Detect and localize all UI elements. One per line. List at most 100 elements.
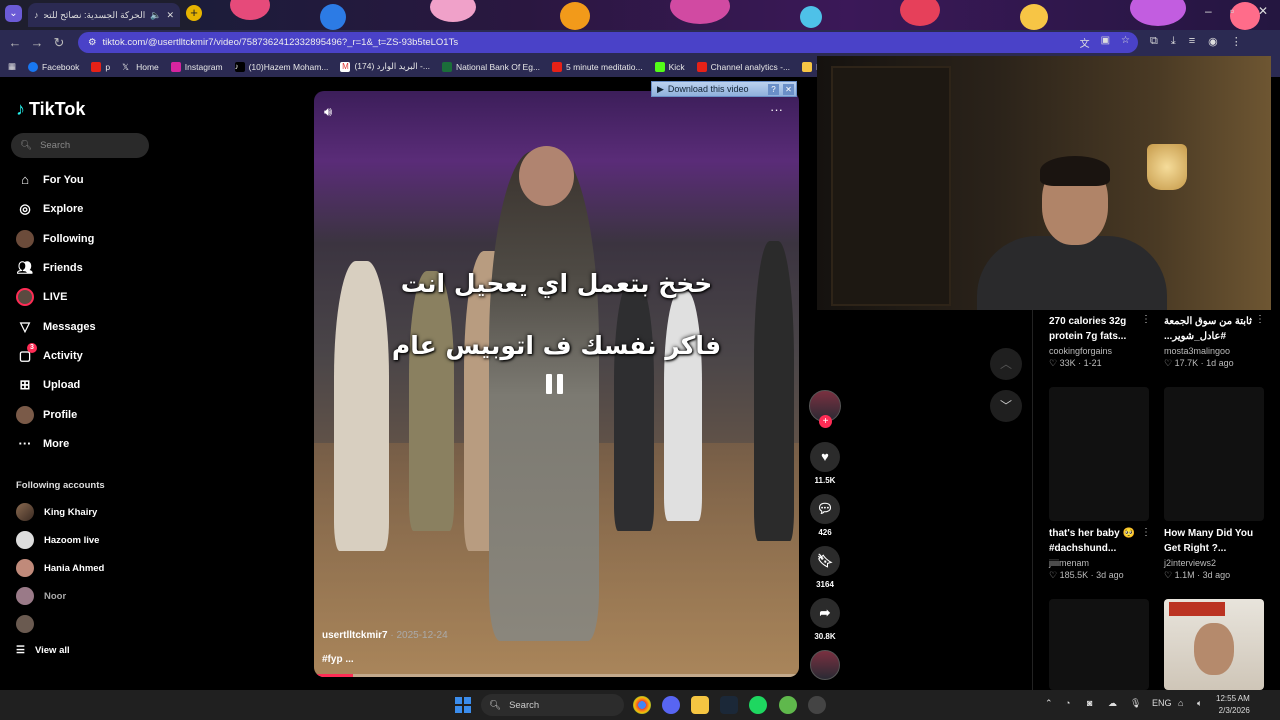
help-icon[interactable]: ? xyxy=(768,83,779,95)
translate-icon[interactable]: 文 xyxy=(1080,35,1090,50)
close-tab-icon[interactable]: ✕ xyxy=(166,10,174,21)
reading-list-icon[interactable]: ≡ xyxy=(1189,35,1195,48)
windows-start-icon[interactable] xyxy=(455,697,471,713)
apps-grid-icon[interactable]: ▦ xyxy=(8,61,16,72)
suggestion-card[interactable]: that's her baby 🥺 #dachshund... jiiiimen… xyxy=(1049,526,1144,581)
search-input[interactable]: 🔍︎ Search xyxy=(11,133,149,158)
download-icon[interactable]: ⤓ xyxy=(1171,35,1176,48)
search-placeholder: Search xyxy=(40,140,71,151)
video-author[interactable]: usertlltckmir7 · 2025-12-24 xyxy=(322,630,448,641)
tab-menu-icon[interactable]: ⌄ xyxy=(5,5,22,22)
whatsapp-icon[interactable] xyxy=(779,696,797,714)
bookmark-channel-analytics[interactable]: Channel analytics -... xyxy=(696,61,790,72)
tray-cloud-icon[interactable]: ☁ xyxy=(1108,698,1117,709)
suggestion-card[interactable]: ثابتة من سوق الجمعة #عادل_شوير... mosta3… xyxy=(1164,314,1256,369)
nav-messages[interactable]: ▽ Messages xyxy=(16,318,96,336)
reload-icon[interactable]: ↻ xyxy=(48,32,70,54)
star-icon[interactable]: ☆ xyxy=(1121,35,1130,50)
account-item[interactable]: Hazoom live xyxy=(16,531,99,549)
suggestion-thumbnail[interactable] xyxy=(1164,599,1264,690)
nav-friends[interactable]: 👥︎ Friends xyxy=(16,259,83,277)
tray-mic-icon[interactable]: 🎙︎ xyxy=(1130,698,1141,709)
bookmark-p[interactable]: p xyxy=(91,61,110,72)
sound-disc-icon[interactable] xyxy=(810,650,840,680)
nav-more[interactable]: ··· More xyxy=(16,435,70,453)
card-menu-icon[interactable]: ⋮ xyxy=(1255,314,1265,325)
bookmark-meditation[interactable]: 5 minute meditatio... xyxy=(552,61,643,72)
download-video-bar[interactable]: ▶ Download this video ? ✕ xyxy=(651,81,797,97)
card-menu-icon[interactable]: ⋮ xyxy=(1141,314,1151,325)
account-item[interactable]: Hania Ahmed xyxy=(16,559,104,577)
bookmark-home[interactable]: 𝕏 Home xyxy=(122,62,159,72)
account-item[interactable]: Noor xyxy=(16,587,66,605)
discord-icon[interactable] xyxy=(662,696,680,714)
tiktok-logo[interactable]: ♪ TikTok xyxy=(16,99,85,120)
video-player[interactable]: 🔊︎ ··· خخخ بتعمل اي يعحيل انت فاكر نفسك … xyxy=(314,91,799,677)
bookmark-facebook[interactable]: Facebook xyxy=(28,61,79,72)
obs-icon[interactable] xyxy=(808,696,826,714)
speaker-icon[interactable]: 🔈 xyxy=(150,10,161,21)
video-progress-bar[interactable] xyxy=(314,674,799,677)
install-app-icon[interactable]: ▣ xyxy=(1101,35,1110,50)
suggestion-card[interactable]: How Many Did You Get Right ?... j2interv… xyxy=(1164,526,1259,581)
account-item[interactable]: King Khairy xyxy=(16,503,97,521)
nav-profile[interactable]: Profile xyxy=(16,406,77,424)
previous-video-arrow[interactable]: ︿ xyxy=(990,348,1022,380)
nav-activity[interactable]: ▢ 3 Activity xyxy=(16,343,83,365)
next-video-arrow[interactable]: ﹀ xyxy=(990,390,1022,422)
account-item[interactable] xyxy=(16,615,44,633)
close-window-icon[interactable]: ✕ xyxy=(1258,4,1268,18)
chrome-icon[interactable] xyxy=(633,696,651,714)
taskbar-search[interactable]: 🔍︎ Search xyxy=(481,694,624,716)
activity-badge: 3 xyxy=(27,343,37,353)
nav-explore[interactable]: ◎ Explore xyxy=(16,200,83,218)
suggestion-thumbnail[interactable] xyxy=(1164,387,1264,521)
suggestion-thumbnail[interactable] xyxy=(1049,387,1149,521)
follow-plus-icon[interactable]: + xyxy=(819,415,832,428)
suggestion-card[interactable]: 270 calories 32g protein 7g fats... cook… xyxy=(1049,314,1144,369)
nav-following[interactable]: Following xyxy=(16,230,94,248)
bookmark-kick[interactable]: Kick xyxy=(654,61,685,72)
minimize-icon[interactable]: – xyxy=(1205,4,1212,18)
bookmark-instagram[interactable]: Instagram xyxy=(170,61,223,72)
back-arrow-icon[interactable]: ← xyxy=(4,32,26,54)
close-icon[interactable]: ✕ xyxy=(783,83,794,95)
card-author: j2interviews2 xyxy=(1164,558,1217,568)
network-icon[interactable]: ⌂ xyxy=(1178,698,1183,708)
tray-chevron-icon[interactable]: ⌃ xyxy=(1045,698,1053,709)
bookmark-tiktok[interactable]: ♪ (10)Hazem Moham... xyxy=(234,61,328,72)
steam-icon[interactable] xyxy=(720,696,738,714)
share-button[interactable]: ➦ 30.8K xyxy=(810,598,840,641)
profile-icon[interactable]: ◉ xyxy=(1208,35,1218,48)
suggestion-thumbnail[interactable] xyxy=(1049,599,1149,690)
tray-app-icon[interactable]: ◔ xyxy=(1065,698,1070,708)
card-menu-icon[interactable]: ⋮ xyxy=(1141,527,1151,538)
tray-discord-icon[interactable]: ◙ xyxy=(1087,698,1092,708)
nav-for-you[interactable]: ⌂ For You xyxy=(16,171,83,189)
clock[interactable]: 12:55 AM 2/3/2026 xyxy=(1216,693,1250,717)
language-indicator[interactable]: ENG xyxy=(1152,698,1172,708)
video-more-icon[interactable]: ··· xyxy=(770,102,783,117)
extensions-icon[interactable]: ⧉ xyxy=(1150,35,1158,48)
pause-icon[interactable] xyxy=(546,374,568,396)
new-tab-button[interactable]: + xyxy=(186,5,202,21)
video-hashtag[interactable]: #fyp ... xyxy=(322,654,354,665)
forward-arrow-icon[interactable]: → xyxy=(26,32,48,54)
bookmark-gmail[interactable]: M (174) البريد الوارد -... xyxy=(340,61,430,72)
site-info-icon[interactable]: ⚙ xyxy=(88,37,97,48)
view-all-link[interactable]: ☰ View all xyxy=(16,645,70,656)
bookmark-nbe[interactable]: National Bank Of Eg... xyxy=(441,61,540,72)
file-explorer-icon[interactable] xyxy=(691,696,709,714)
volume-icon[interactable]: 🔊︎ xyxy=(324,104,332,120)
nav-upload[interactable]: ⊞ Upload xyxy=(16,376,81,394)
kebab-menu-icon[interactable]: ⋮ xyxy=(1231,35,1242,48)
volume-tray-icon[interactable]: 🔈︎ xyxy=(1197,698,1202,709)
maximize-icon[interactable]: ▫ xyxy=(1230,4,1234,18)
comment-button[interactable]: 💬︎ 426 xyxy=(810,494,840,537)
browser-tab-active[interactable]: ♪ الحركة الجسدية: نصائح للتحك... 🔈 ✕ xyxy=(28,3,180,27)
nav-live[interactable]: LIVE xyxy=(16,288,67,306)
like-button[interactable]: ♥ 11.5K xyxy=(810,442,840,485)
spotify-icon[interactable] xyxy=(749,696,767,714)
save-button[interactable]: 🔖︎ 3164 xyxy=(810,546,840,589)
address-bar[interactable]: ⚙ tiktok.com/@usertlltckmir7/video/75873… xyxy=(78,32,1138,53)
